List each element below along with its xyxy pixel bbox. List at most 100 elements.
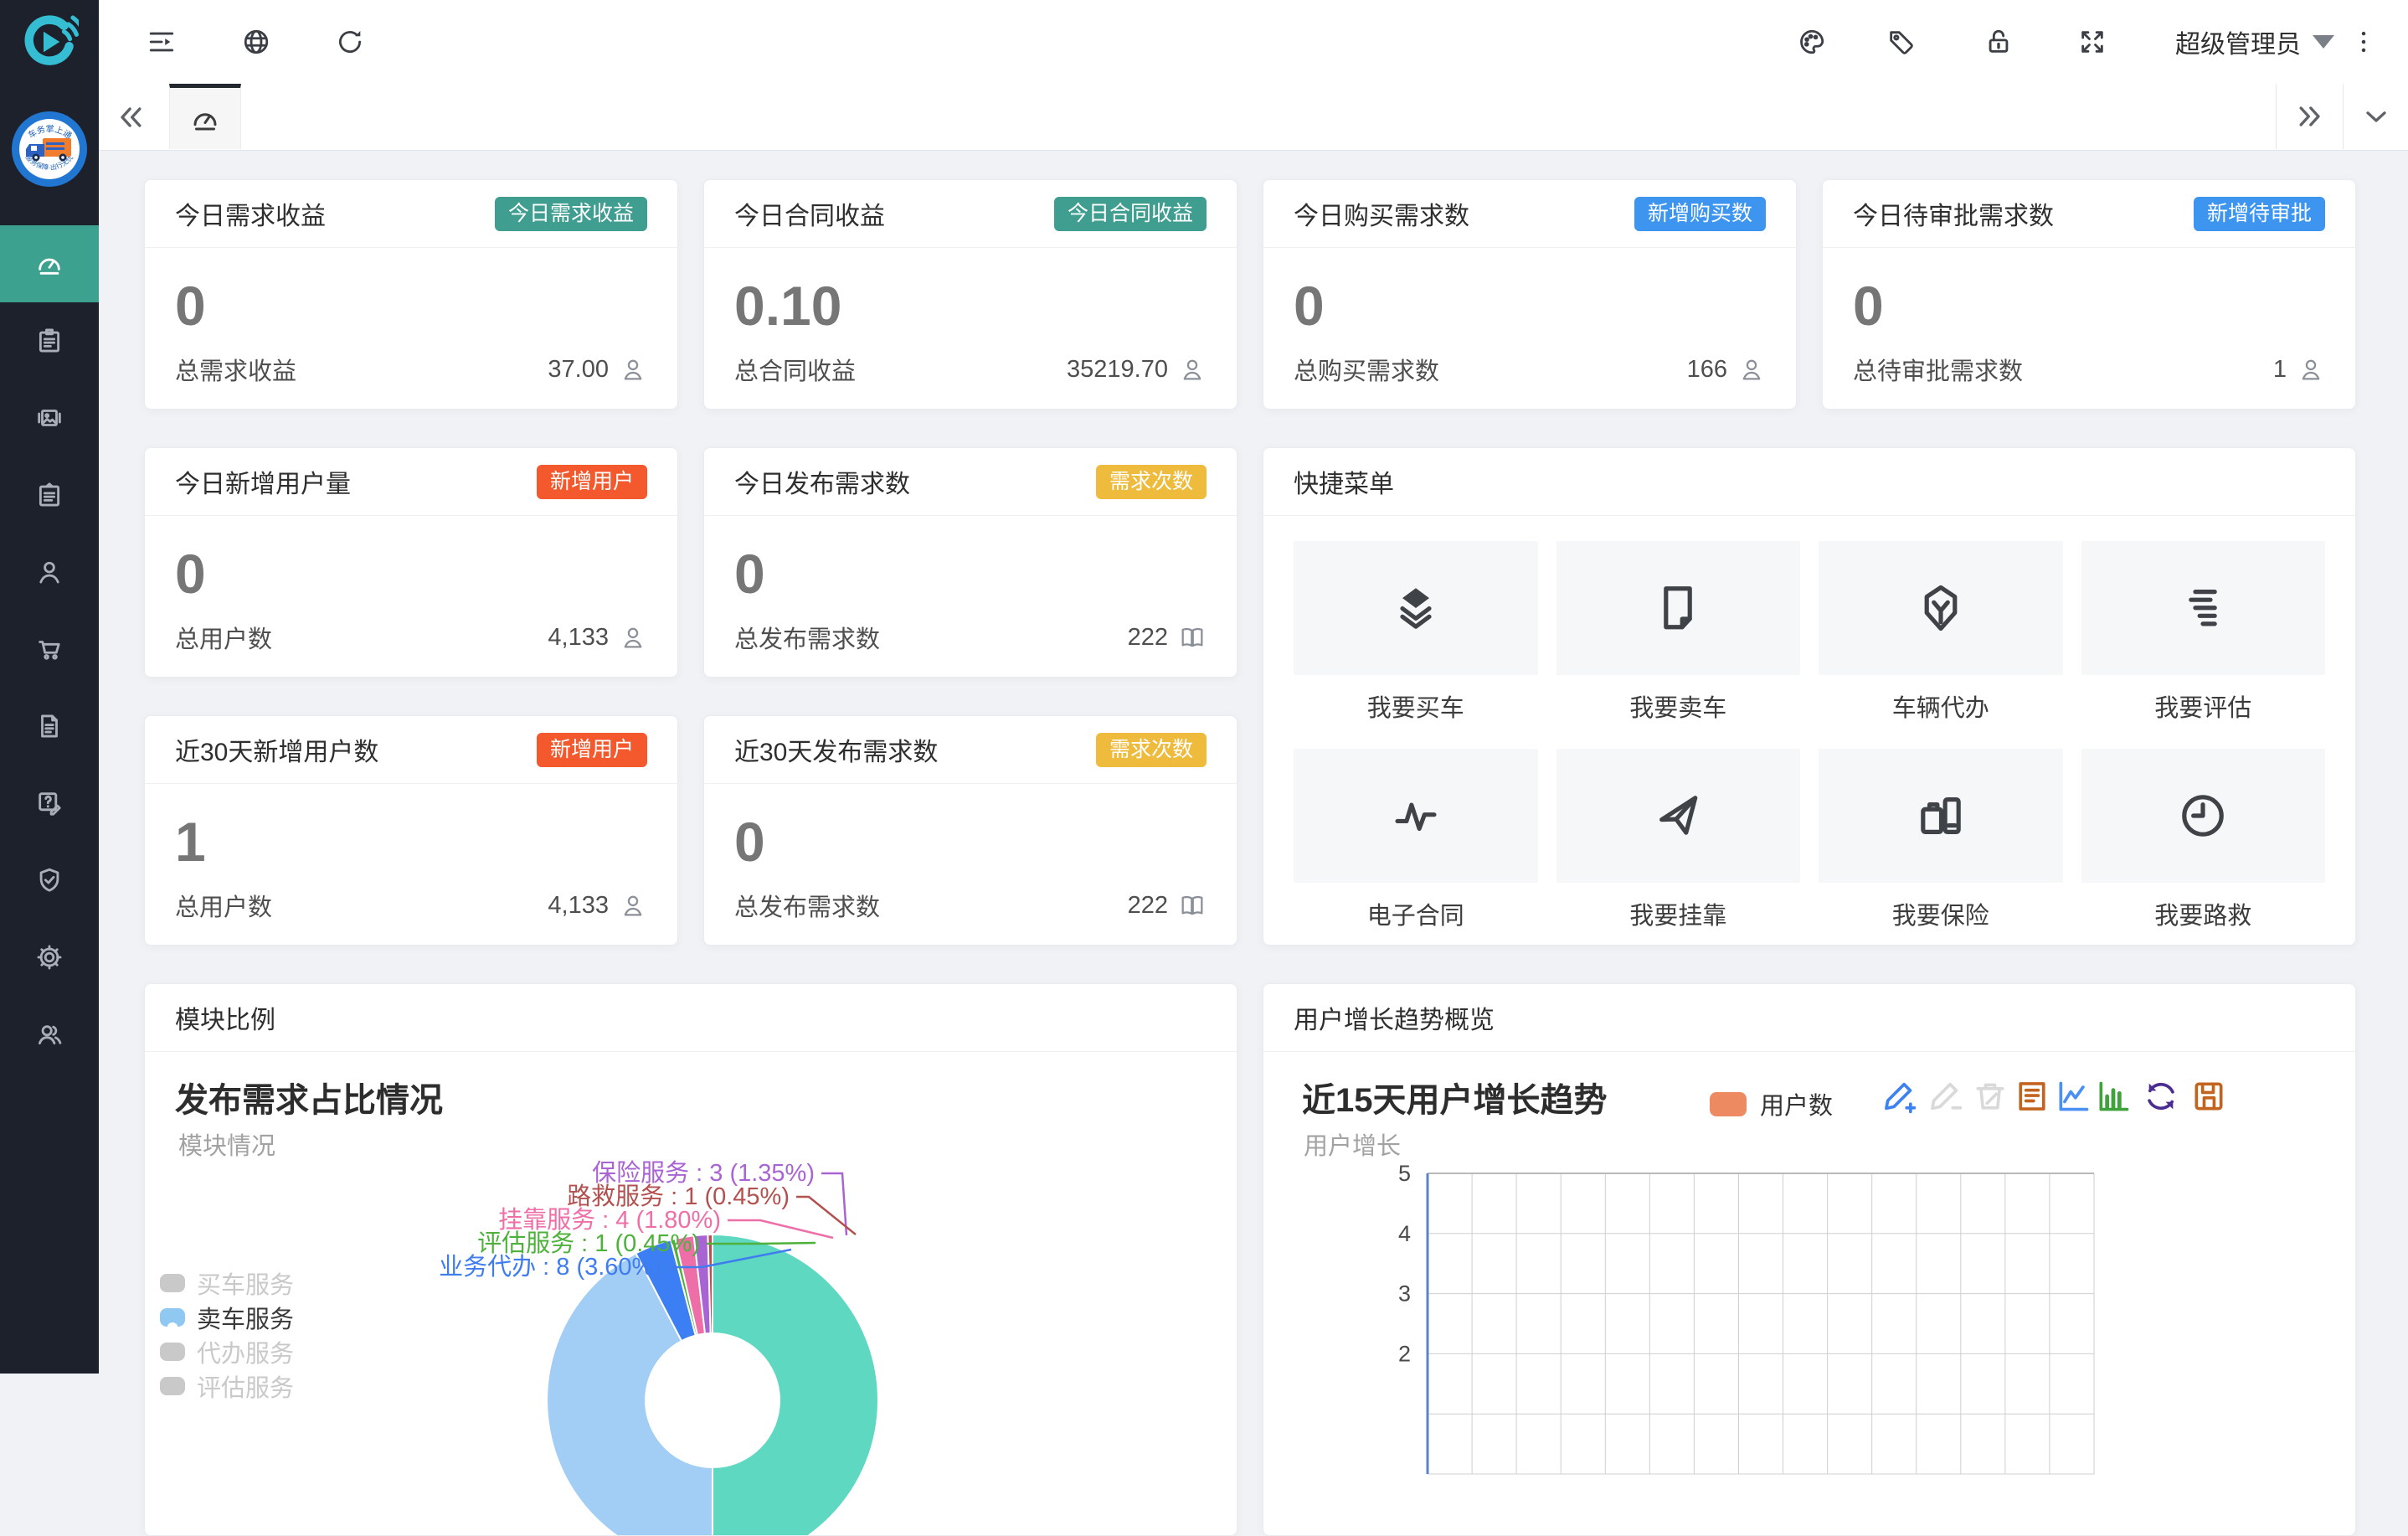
stat-card-pending-approval: 今日待审批需求数 新增待审批 0 总待审批需求数 1 [1822, 179, 2356, 410]
legend-marker [160, 1308, 185, 1327]
company-logo: 车务掌上通 服务保障·出行无忧 [11, 111, 88, 188]
status-badge: 需求次数 [1096, 465, 1207, 499]
page-icon [1652, 582, 1704, 634]
footer-label: 总发布需求数 [734, 620, 880, 655]
sidebar-item-document[interactable] [0, 688, 99, 765]
quick-menu-affiliate[interactable]: 我要挂靠 [1556, 749, 1801, 931]
user-menu[interactable]: 超级管理员 [2175, 0, 2334, 84]
person-icon [619, 623, 647, 652]
tag-icon[interactable] [1886, 28, 1915, 56]
pulse-icon [1390, 790, 1442, 842]
insurance-icon [1915, 790, 1967, 842]
palette-icon[interactable] [1798, 28, 1826, 56]
quick-menu-card: 快捷菜单 我要买车 我要卖车 车辆代办 我要评估 电子合同 我要挂靠 我要保险 … [1263, 447, 2356, 946]
lock-icon[interactable] [1984, 28, 2013, 56]
footer-value: 166 [1687, 356, 1727, 384]
sidebar-item-shield-check[interactable] [0, 842, 99, 919]
tab-dashboard[interactable] [169, 84, 241, 149]
footer-value: 35219.70 [1067, 356, 1168, 384]
fullscreen-icon[interactable] [2078, 28, 2107, 56]
legend-marker [160, 1343, 185, 1361]
line-chart-grid: 5 4 3 2 [1263, 984, 2356, 1536]
stat-card-new-users-30d: 近30天新增用户数 新增用户 1 总用户数 4,133 [144, 715, 678, 946]
status-badge: 新增待审批 [2194, 197, 2325, 231]
card-title: 今日新增用户量 [175, 463, 351, 500]
legend-item-sell-service[interactable]: 卖车服务 [160, 1300, 294, 1335]
clipboard-form-icon [35, 481, 64, 509]
cube-icon [1915, 582, 1967, 634]
footer-label: 总用户数 [175, 620, 272, 655]
topbar: 超级管理员 [99, 0, 2408, 85]
footer-value: 222 [1128, 624, 1168, 652]
book-icon [1178, 623, 1207, 652]
quick-menu-sell-car[interactable]: 我要卖车 [1556, 541, 1801, 724]
tabs-menu-button[interactable] [2343, 84, 2408, 149]
banner-image-icon [35, 404, 64, 432]
quick-menu-grid: 我要买车 我要卖车 车辆代办 我要评估 电子合同 我要挂靠 我要保险 我要路救 [1263, 516, 2355, 931]
app-logo [0, 0, 99, 84]
quick-menu-evaluate[interactable]: 我要评估 [2081, 541, 2326, 724]
sidebar-item-banner-image[interactable] [0, 379, 99, 456]
menu-unfold-icon[interactable] [147, 28, 176, 56]
stat-value: 0 [1263, 248, 1796, 333]
quick-menu-vehicle-agency[interactable]: 车辆代办 [1819, 541, 2063, 724]
stat-value: 0 [704, 784, 1237, 869]
sidebar-item-clipboard-form[interactable] [0, 456, 99, 533]
footer-label: 总需求收益 [175, 352, 296, 387]
refresh-icon[interactable] [336, 28, 364, 56]
sidebar-item-users[interactable] [0, 996, 99, 1073]
tabs-scroll-right-button[interactable] [2276, 84, 2344, 149]
sidebar-item-cart[interactable] [0, 611, 99, 688]
card-title: 今日待审批需求数 [1853, 195, 2054, 232]
legend-item-evaluate-service[interactable]: 评估服务 [160, 1368, 294, 1404]
user-icon [35, 558, 64, 586]
sidebar-item-gear[interactable] [0, 919, 99, 996]
document-icon [35, 712, 64, 740]
svg-text:5: 5 [1398, 1161, 1411, 1186]
sidebar-item-dashboard[interactable] [0, 225, 99, 302]
sidebar-item-clipboard[interactable] [0, 302, 99, 379]
quick-menu-buy-car[interactable]: 我要买车 [1294, 541, 1538, 724]
legend-item-agency-service[interactable]: 代办服务 [160, 1334, 294, 1369]
status-badge: 新增购买数 [1634, 197, 1766, 231]
users-icon [35, 1020, 64, 1049]
svg-text:4: 4 [1398, 1221, 1411, 1246]
stat-value: 0 [145, 516, 677, 601]
svg-text:2: 2 [1398, 1341, 1411, 1366]
footer-value: 222 [1128, 892, 1168, 920]
dashboard-content: 今日需求收益 今日需求收益 0 总需求收益 37.00 今日合同收益 今日合同收… [144, 179, 2356, 1536]
stat-value: 1 [145, 784, 677, 869]
card-title: 今日发布需求数 [734, 463, 910, 500]
footer-value: 37.00 [548, 356, 609, 384]
stat-card-contract-income: 今日合同收益 今日合同收益 0.10 总合同收益 35219.70 [703, 179, 1237, 410]
sidebar-item-help-edit[interactable] [0, 765, 99, 842]
person-icon [619, 355, 647, 384]
dashboard-icon [35, 250, 64, 278]
footer-label: 总用户数 [175, 888, 272, 923]
footer-label: 总合同收益 [734, 352, 856, 387]
svg-text:3: 3 [1398, 1281, 1411, 1307]
card-title: 今日购买需求数 [1294, 195, 1469, 232]
card-title: 今日合同收益 [734, 195, 885, 232]
stat-card-demand-income: 今日需求收益 今日需求收益 0 总需求收益 37.00 [144, 179, 678, 410]
quick-menu-insurance[interactable]: 我要保险 [1819, 749, 2063, 931]
help-edit-icon [35, 789, 64, 817]
legend-item-buy-service[interactable]: 买车服务 [160, 1265, 294, 1301]
footer-label: 总待审批需求数 [1853, 352, 2023, 387]
tabs-scroll-left-button[interactable] [114, 101, 147, 134]
sidebar-item-user[interactable] [0, 533, 99, 611]
status-badge: 今日合同收益 [1054, 197, 1207, 231]
globe-icon[interactable] [242, 28, 270, 56]
footer-value: 1 [2273, 356, 2287, 384]
stat-card-demand-today: 今日发布需求数 需求次数 0 总发布需求数 222 [703, 447, 1237, 678]
quick-menu-road-rescue[interactable]: 我要路救 [2081, 749, 2326, 931]
footer-value: 4,133 [548, 624, 609, 652]
card-title: 近30天新增用户数 [175, 731, 378, 768]
paper-plane-icon [1652, 790, 1704, 842]
dashboard-icon [190, 104, 220, 134]
footer-label: 总发布需求数 [734, 888, 880, 923]
stat-card-buy-demand: 今日购买需求数 新增购买数 0 总购买需求数 166 [1263, 179, 1797, 410]
quick-menu-e-contract[interactable]: 电子合同 [1294, 749, 1538, 931]
kebab-icon[interactable] [2349, 28, 2378, 56]
sidebar: 车务掌上通 服务保障·出行无忧 [0, 0, 99, 1374]
